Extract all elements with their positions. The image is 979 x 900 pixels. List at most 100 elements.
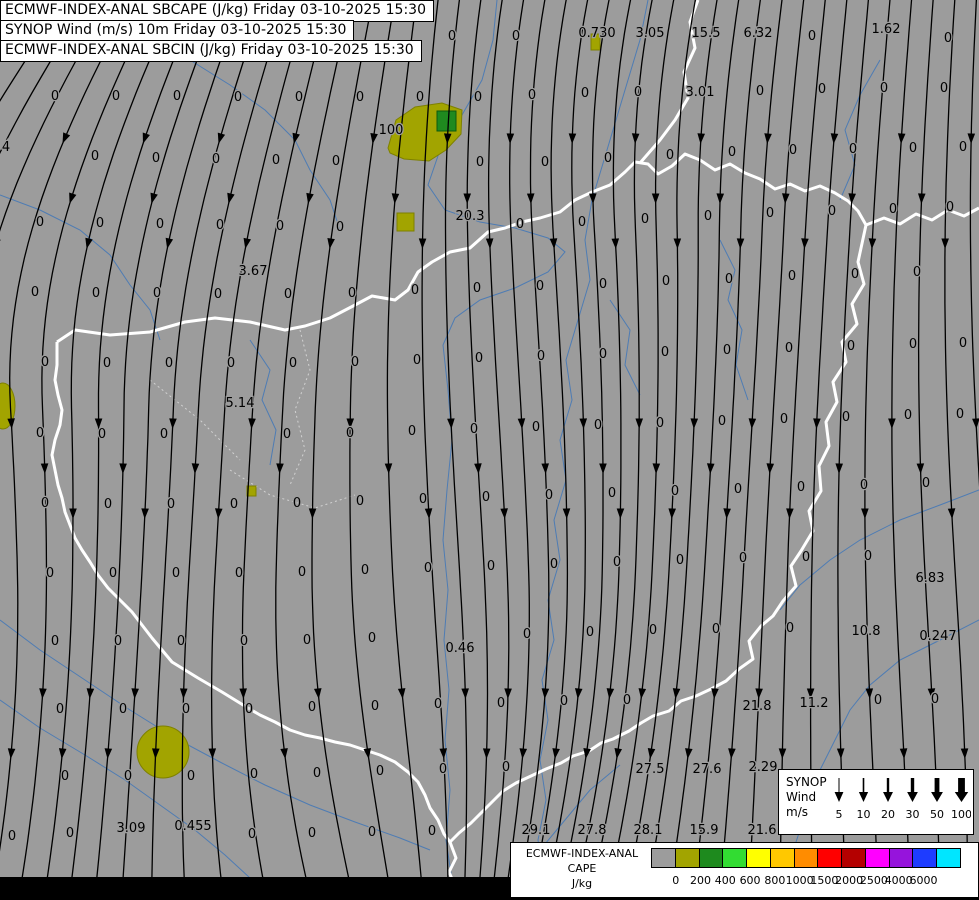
- wind-arrowhead: [243, 237, 252, 249]
- station-value: 0: [187, 769, 195, 784]
- wind-arrowhead: [960, 748, 969, 759]
- station-value: 0: [212, 152, 220, 167]
- station-value: 0: [956, 407, 964, 422]
- cape-colorbar-labels: 0 200 400 600 800 1000 1500 2000 2500 4000 6000: [511, 874, 978, 888]
- wind-streamline: [530, 0, 569, 900]
- wind-arrowhead: [69, 508, 77, 519]
- wind-arrowhead: [638, 688, 647, 699]
- station-value: 0: [666, 148, 674, 163]
- station-value: 0: [112, 89, 120, 104]
- river: [839, 59, 881, 201]
- wind-streamline: [917, 0, 941, 900]
- wind-arrowhead: [7, 748, 16, 759]
- wind-arrowhead: [179, 688, 188, 699]
- station-value: 0: [788, 269, 796, 284]
- station-value: 3.67: [239, 264, 268, 279]
- wind-arrowhead: [716, 193, 725, 204]
- station-value: 0: [880, 81, 888, 96]
- station-value: 0: [332, 154, 340, 169]
- station-value: 0: [61, 769, 69, 784]
- wind-streamline: [466, 0, 489, 900]
- wind-arrowhead: [119, 463, 127, 474]
- station-value: 0: [368, 631, 376, 646]
- station-value: 0: [931, 692, 939, 707]
- station-value: 0: [849, 142, 857, 157]
- cape-color-segment: [864, 848, 890, 868]
- station-value: 0: [599, 347, 607, 362]
- station-value: 0: [560, 694, 568, 709]
- wind-arrowhead: [40, 463, 49, 474]
- wind-arrowhead: [755, 688, 763, 699]
- wind-speed-arrowhead: [858, 792, 869, 802]
- wind-speed-scale: 5 10 20 30 50 100: [834, 778, 971, 821]
- station-value: 0: [51, 634, 59, 649]
- station-value: 20.3: [456, 209, 485, 224]
- wind-arrowhead: [830, 133, 839, 144]
- wind-arrowhead: [217, 132, 226, 144]
- station-value: 0: [904, 408, 912, 423]
- station-value: 10.8: [852, 624, 881, 639]
- wind-arrowhead: [541, 688, 550, 699]
- cape-scale-label: 200: [690, 874, 712, 887]
- wind-arrowhead: [62, 132, 71, 144]
- station-value: 0: [46, 566, 54, 581]
- wind-arrowhead: [500, 508, 508, 519]
- station-value: 27.8: [578, 823, 607, 838]
- station-value: 0: [756, 84, 764, 99]
- station-value: 0: [474, 90, 482, 105]
- wind-arrowhead: [748, 418, 757, 429]
- station-value: 3.01: [686, 85, 715, 100]
- wind-arrowhead: [801, 238, 809, 249]
- wind-arrowhead: [786, 508, 794, 519]
- cape-patch: [436, 110, 457, 132]
- wind-arrowhead: [482, 748, 491, 759]
- river: [427, 0, 566, 346]
- wind-speed-label: 10: [857, 808, 871, 821]
- station-value: 0: [497, 696, 505, 711]
- station-value: 0: [528, 88, 536, 103]
- wind-arrowhead: [835, 463, 844, 474]
- cape-color-segment: [651, 848, 676, 868]
- station-value: 0: [31, 285, 39, 300]
- station-value: 0: [92, 286, 100, 301]
- station-value: 0: [476, 155, 484, 170]
- wind-arrowhead: [447, 418, 455, 429]
- cape-color-segment: [912, 848, 938, 868]
- wind-arrowhead: [917, 193, 926, 204]
- wind-arrowhead: [861, 508, 869, 519]
- station-value: 0: [313, 766, 321, 781]
- cape-patch: [136, 725, 190, 779]
- station-value: 6.83: [916, 571, 945, 586]
- station-value: 0: [424, 561, 432, 576]
- cape-color-segment: [888, 848, 914, 868]
- station-value: 0: [51, 89, 59, 104]
- station-value: 0: [167, 497, 175, 512]
- station-value: 0: [298, 565, 306, 580]
- wind-arrowhead: [506, 133, 515, 144]
- station-value: 11.2: [800, 696, 829, 711]
- station-value: 0: [109, 566, 117, 581]
- station-value: 0: [802, 550, 810, 565]
- wind-arrowhead: [292, 132, 300, 144]
- station-value: 0: [847, 339, 855, 354]
- title-line-wind: SYNOP Wind (m/s) 10m Friday 03-10-2025 1…: [0, 20, 355, 42]
- station-value: 0: [842, 410, 850, 425]
- wind-speed-arrowhead: [907, 792, 918, 802]
- station-value: 0: [124, 769, 132, 784]
- cape-scale-label: 400: [714, 874, 736, 887]
- weather-map-screen: 0 0 0.730 3.05 15.5 6.32 0 1.62 0 0 0 0 0 0 0 0 0 0 0 0 3.01…: [0, 0, 979, 900]
- wind-speed-arrowhead: [954, 792, 969, 802]
- station-value: 0: [482, 490, 490, 505]
- station-value: 0: [41, 496, 49, 511]
- station-value: 0: [608, 486, 616, 501]
- station-value: 21.8: [743, 699, 772, 714]
- county-border: [289, 329, 311, 486]
- station-value: 0.455: [174, 819, 211, 834]
- wind-legend-text: SYNOP Wind m/s: [786, 775, 827, 820]
- wind-streamline: [809, 0, 848, 900]
- wind-arrowhead: [611, 238, 620, 249]
- cape-color-segment: [793, 848, 819, 868]
- station-value: 0: [766, 206, 774, 221]
- cape-color-segment: [722, 848, 748, 868]
- wind-arrowhead: [813, 418, 821, 429]
